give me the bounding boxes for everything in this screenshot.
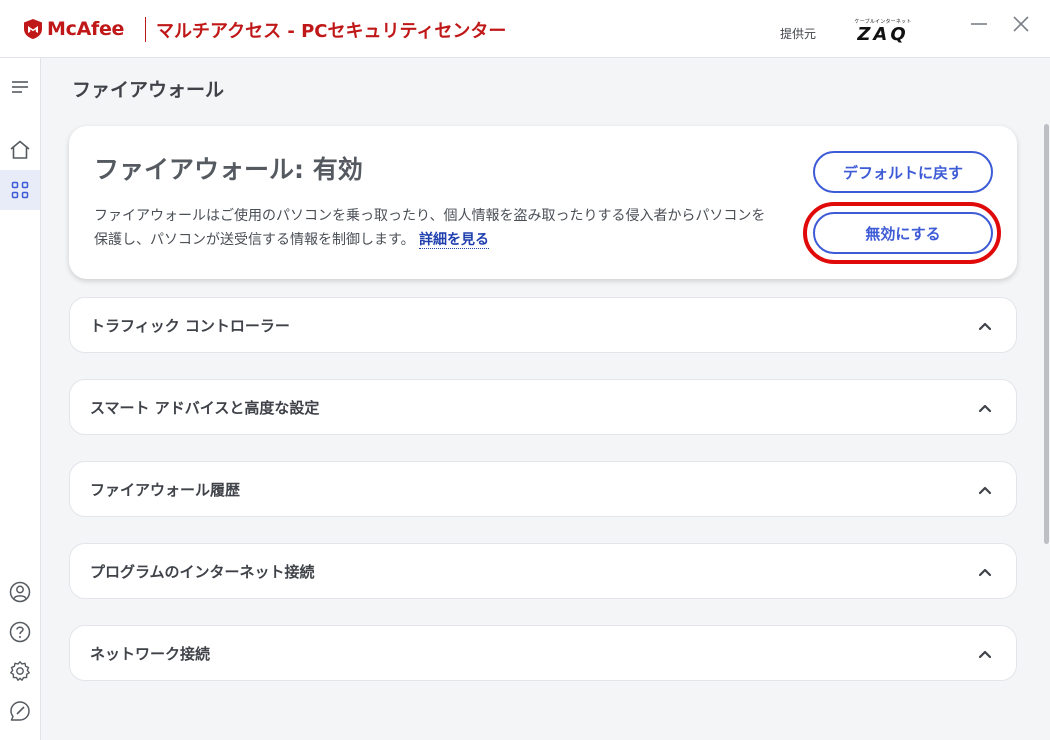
- section-smart-advice[interactable]: スマート アドバイスと高度な設定: [69, 379, 1017, 435]
- section-traffic-controller[interactable]: トラフィック コントローラー: [69, 297, 1017, 353]
- mcafee-shield-icon: [24, 19, 42, 39]
- sidebar-account-button[interactable]: [0, 572, 40, 612]
- sidebar-home-button[interactable]: [0, 130, 40, 170]
- sidebar-menu-button[interactable]: [0, 67, 40, 107]
- app-title: マルチアクセス - PCセキュリティセンター: [156, 21, 507, 42]
- page-title: ファイアウォール: [72, 79, 225, 101]
- zaq-logo-text: ZAQ: [857, 24, 909, 45]
- firewall-description: ファイアウォールはご使用のパソコンを乗っ取ったり、個人情報を盗み取ったりする侵入…: [94, 204, 774, 252]
- brand-name: McAfee: [47, 18, 125, 40]
- sidebar: [0, 58, 41, 740]
- firewall-status-heading: ファイアウォール: 有効: [94, 155, 363, 184]
- sidebar-apps-button[interactable]: [0, 170, 40, 210]
- minimize-button[interactable]: [967, 12, 991, 36]
- minimize-icon: [971, 23, 987, 25]
- chevron-up-icon: [975, 562, 995, 582]
- chevron-up-icon: [975, 316, 995, 336]
- zaq-logo: ケーブルインターネット ZAQ: [852, 18, 914, 48]
- chevron-up-icon: [975, 644, 995, 664]
- account-icon: [9, 581, 31, 603]
- sidebar-help-button[interactable]: [0, 612, 40, 652]
- title-divider: [145, 17, 146, 42]
- home-icon: [10, 140, 30, 159]
- close-button[interactable]: [1009, 12, 1033, 36]
- section-label: プログラムのインターネット接続: [90, 563, 315, 581]
- firewall-status-card: ファイアウォール: 有効 ファイアウォールはご使用のパソコンを乗っ取ったり、個人…: [69, 126, 1017, 279]
- section-label: トラフィック コントローラー: [90, 317, 290, 335]
- scrollbar-thumb[interactable]: [1044, 124, 1049, 544]
- section-label: スマート アドバイスと高度な設定: [90, 399, 320, 417]
- feedback-icon: [10, 701, 30, 721]
- help-icon: [9, 621, 31, 643]
- section-firewall-history[interactable]: ファイアウォール履歴: [69, 461, 1017, 517]
- settings-icon: [10, 661, 30, 681]
- menu-icon: [12, 81, 28, 93]
- title-bar: McAfee マルチアクセス - PCセキュリティセンター 提供元 ケーブルイン…: [0, 0, 1050, 58]
- close-icon: [1013, 16, 1029, 32]
- section-program-connections[interactable]: プログラムのインターネット接続: [69, 543, 1017, 599]
- mcafee-logo: McAfee: [23, 16, 124, 42]
- chevron-up-icon: [975, 480, 995, 500]
- disable-firewall-button[interactable]: 無効にする: [813, 212, 993, 254]
- sidebar-feedback-button[interactable]: [0, 691, 40, 731]
- section-label: ファイアウォール履歴: [90, 481, 241, 499]
- section-network-connections[interactable]: ネットワーク接続: [69, 625, 1017, 681]
- learn-more-link[interactable]: 詳細を見る: [419, 232, 490, 249]
- provider-label: 提供元: [780, 27, 817, 41]
- section-label: ネットワーク接続: [90, 645, 211, 663]
- sidebar-settings-button[interactable]: [0, 651, 40, 691]
- restore-default-button[interactable]: デフォルトに戻す: [813, 151, 993, 193]
- chevron-up-icon: [975, 398, 995, 418]
- apps-grid-icon: [11, 181, 29, 199]
